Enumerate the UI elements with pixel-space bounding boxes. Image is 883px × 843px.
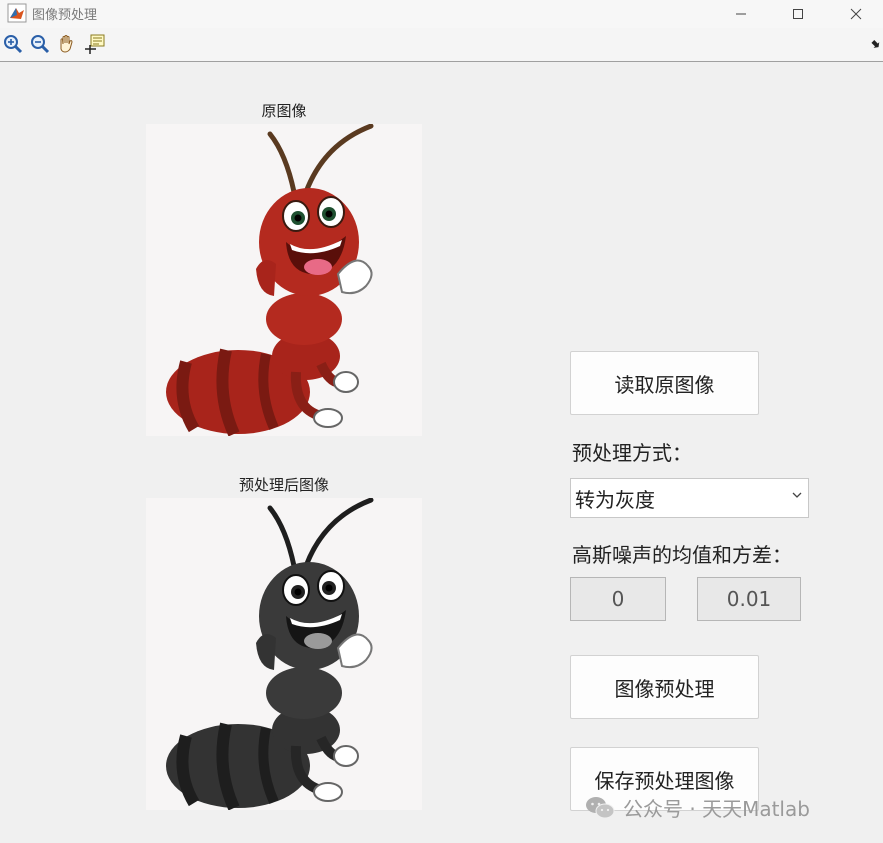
method-label: 预处理方式：	[572, 441, 692, 465]
maximize-icon	[793, 9, 803, 19]
processed-image-axes	[146, 497, 422, 811]
close-icon	[850, 8, 862, 20]
ant-color-image	[166, 123, 374, 437]
matlab-app-icon	[7, 3, 27, 23]
processed-image-label: 预处理后图像	[238, 476, 329, 494]
chevron-down-icon	[792, 492, 802, 498]
wechat-icon	[586, 796, 615, 818]
title-bar: 图像预处理	[0, 0, 883, 28]
watermark: 公众号 · 天天Matlab	[585, 793, 810, 822]
data-cursor-icon[interactable]	[84, 33, 106, 55]
ant-gray-image	[166, 497, 374, 811]
watermark-text: 公众号 · 天天Matlab	[623, 797, 810, 821]
minimize-icon	[736, 13, 746, 15]
window-title: 图像预处理	[32, 8, 98, 23]
noise-variance-field[interactable]: 0.01	[697, 577, 801, 621]
dock-arrow-icon[interactable]	[870, 40, 880, 50]
preprocess-button[interactable]: 图像预处理	[570, 655, 759, 719]
pan-hand-icon[interactable]	[56, 33, 78, 55]
minimize-button[interactable]	[718, 0, 764, 28]
method-selected-value: 转为灰度	[575, 488, 655, 512]
original-image-label: 原图像	[261, 102, 307, 120]
original-image-axes	[146, 123, 422, 437]
maximize-button[interactable]	[775, 0, 821, 28]
zoom-in-icon[interactable]	[2, 33, 24, 55]
noise-mean-field[interactable]: 0	[570, 577, 666, 621]
read-image-button[interactable]: 读取原图像	[570, 351, 759, 415]
noise-label: 高斯噪声的均值和方差：	[572, 543, 792, 567]
method-dropdown[interactable]: 转为灰度	[570, 478, 809, 518]
figure-toolbar	[0, 28, 883, 62]
zoom-out-icon[interactable]	[29, 33, 51, 55]
close-button[interactable]	[833, 0, 879, 28]
